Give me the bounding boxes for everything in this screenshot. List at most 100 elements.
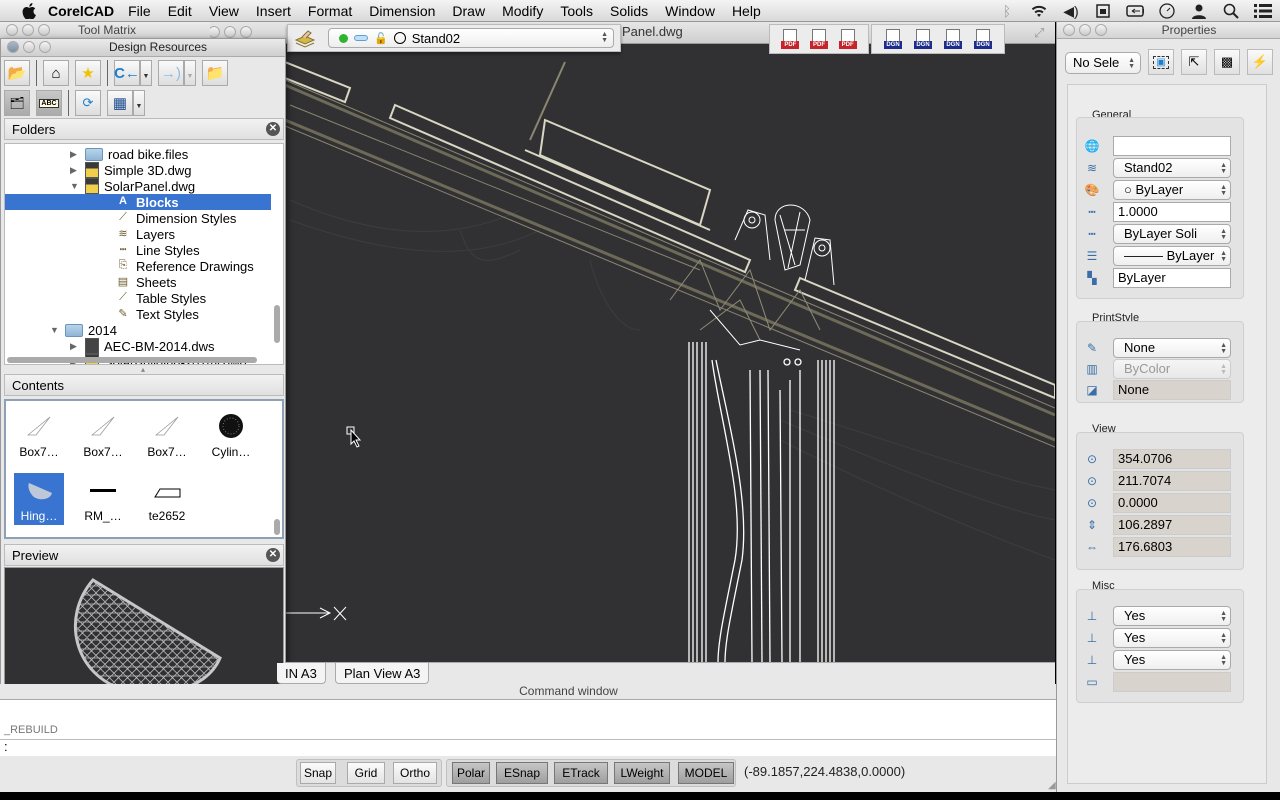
wifi-icon[interactable] — [1030, 3, 1048, 19]
bluetooth-icon[interactable]: ᛒ — [998, 3, 1016, 19]
disclosure-collapsed-icon[interactable]: ▶ — [70, 149, 80, 160]
export-dgn-button[interactable]: DGN — [883, 29, 903, 49]
tree-view-button[interactable]: 🗂 — [4, 90, 30, 116]
tree-item[interactable]: ┅ Line Styles — [5, 242, 271, 258]
quick-select-button[interactable]: ▣ — [1148, 49, 1174, 75]
tree-item[interactable]: ▼ SolarPanel.dwg — [5, 178, 271, 194]
close-preview-icon[interactable]: ✕ — [266, 548, 280, 562]
views-dropdown[interactable]: ▼ — [133, 90, 145, 116]
battery-icon[interactable] — [1126, 3, 1144, 19]
drawing-canvas[interactable] — [285, 44, 1055, 662]
attach-pdf-button[interactable]: PDF — [838, 29, 858, 49]
content-item[interactable]: Box7… — [14, 409, 64, 461]
views-button[interactable]: ▦ — [107, 90, 133, 116]
menu-tools[interactable]: Tools — [560, 3, 593, 19]
pdf-layer-button[interactable]: PDF — [809, 29, 829, 49]
contents-scrollbar[interactable] — [274, 519, 280, 535]
refresh-button[interactable]: ⟳ — [75, 90, 101, 116]
toggle-model-button[interactable]: MODEL — [678, 762, 734, 784]
content-item[interactable]: Box7… — [142, 409, 192, 461]
select-objects-button[interactable]: ⇱ — [1181, 49, 1207, 75]
tree-item[interactable]: ▶ AEC-BM-2014.dws — [5, 338, 271, 354]
back-button[interactable]: C← — [114, 60, 140, 86]
tree-item[interactable]: ▶ road bike.files — [5, 146, 271, 162]
property-value[interactable]: ——— ByLayer — [1113, 246, 1231, 266]
spotlight-icon[interactable] — [1222, 3, 1240, 19]
selection-select[interactable]: No Sele ▲ ▼ — [1065, 52, 1141, 74]
property-value[interactable]: ByLayer Soli — [1113, 224, 1231, 244]
tree-item[interactable]: ▤ Sheets — [5, 274, 271, 290]
forward-dropdown[interactable]: ▼ — [184, 60, 196, 86]
menu-edit[interactable]: Edit — [168, 3, 192, 19]
property-value[interactable]: ○ ByLayer — [1113, 180, 1231, 200]
tree-vertical-scrollbar[interactable] — [274, 305, 280, 343]
layer-select[interactable]: 🔓 Stand02 ▲ ▼ — [328, 28, 614, 48]
menu-modify[interactable]: Modify — [502, 3, 543, 19]
tree-item[interactable]: ⟋ Dimension Styles — [5, 210, 271, 226]
back-dropdown[interactable]: ▼ — [140, 60, 152, 86]
command-input[interactable]: : — [0, 740, 1062, 756]
favorites-button[interactable]: ★ — [75, 60, 101, 86]
toggle-snap-button[interactable]: Snap — [300, 762, 336, 784]
dgn-layer-button[interactable]: DGN — [913, 29, 933, 49]
notification-list-icon[interactable] — [1254, 3, 1272, 19]
forward-button[interactable]: →) — [158, 60, 184, 86]
property-value[interactable]: Yes — [1113, 606, 1231, 626]
attach-dgn-button[interactable]: DGN — [943, 29, 963, 49]
content-item[interactable]: Hing… — [14, 473, 64, 525]
toggle-esnap-button[interactable]: ESnap — [496, 762, 548, 784]
tab-sheet-in-a3[interactable]: IN A3 — [277, 663, 326, 684]
tree-item[interactable]: A Blocks — [5, 194, 271, 210]
quick-properties-button[interactable]: ⚡ — [1247, 49, 1273, 75]
up-folder-button[interactable]: 📁 — [202, 60, 228, 86]
toggle-ortho-button[interactable]: Ortho — [393, 762, 437, 784]
disclosure-expanded-icon[interactable]: ▼ — [50, 325, 60, 335]
user-icon[interactable] — [1190, 3, 1208, 19]
tool-matrix-window-controls[interactable] — [6, 24, 50, 36]
menu-insert[interactable]: Insert — [256, 3, 291, 19]
menu-draw[interactable]: Draw — [452, 3, 485, 19]
property-value[interactable]: Yes — [1113, 650, 1231, 670]
property-value[interactable]: None — [1113, 338, 1231, 358]
menu-dimension[interactable]: Dimension — [369, 3, 435, 19]
resize-grip-icon[interactable]: ◢ — [1048, 780, 1056, 791]
toggle-etrack-button[interactable]: ETrack — [554, 762, 608, 784]
property-value[interactable]: Stand02 — [1113, 158, 1231, 178]
open-folder-button[interactable]: 📂 — [4, 60, 30, 86]
splitter-handle[interactable]: ▴ — [141, 365, 145, 374]
menu-format[interactable]: Format — [308, 3, 352, 19]
dgn-underlay-button[interactable]: DGN — [973, 29, 993, 49]
menu-solids[interactable]: Solids — [610, 3, 648, 19]
home-button[interactable]: ⌂ — [43, 60, 69, 86]
app-menu[interactable]: CorelCAD — [48, 3, 114, 19]
export-pdf-button[interactable]: PDF — [780, 29, 800, 49]
menu-view[interactable]: View — [209, 3, 239, 19]
menu-help[interactable]: Help — [732, 3, 761, 19]
property-value[interactable]: ByLayer — [1113, 268, 1231, 288]
content-item[interactable]: Box7… — [78, 409, 128, 461]
menu-window[interactable]: Window — [665, 3, 715, 19]
tree-horizontal-scrollbar[interactable] — [7, 357, 257, 363]
tab-plan-view-a3[interactable]: Plan View A3 — [335, 663, 430, 684]
toggle-polar-button[interactable]: Polar — [452, 762, 490, 784]
toggle-lweight-button[interactable]: LWeight — [614, 762, 670, 784]
disclosure-collapsed-icon[interactable]: ▶ — [70, 165, 80, 176]
close-folders-icon[interactable]: ✕ — [266, 122, 280, 136]
calendar-icon[interactable] — [1094, 3, 1112, 19]
toggle-grid-button[interactable]: Grid — [347, 762, 385, 784]
tree-item[interactable]: ▶ Simple 3D.dwg — [5, 162, 271, 178]
apple-menu-icon[interactable] — [20, 2, 38, 20]
tree-item[interactable]: ⎘ Reference Drawings — [5, 258, 271, 274]
property-value[interactable]: Yes — [1113, 628, 1231, 648]
property-value[interactable] — [1113, 136, 1231, 156]
clock-icon[interactable] — [1158, 3, 1176, 19]
preview-toggle-button[interactable]: ABC — [36, 90, 62, 116]
content-item[interactable]: Cylin… — [206, 409, 256, 461]
disclosure-expanded-icon[interactable]: ▼ — [70, 181, 80, 191]
disclosure-collapsed-icon[interactable]: ▶ — [70, 341, 80, 352]
tree-item[interactable]: ▼ 2014 — [5, 322, 271, 338]
menu-file[interactable]: File — [128, 3, 151, 19]
layer-manager-icon[interactable] — [294, 28, 316, 48]
tree-item[interactable]: ≋ Layers — [5, 226, 271, 242]
tree-item[interactable]: ✎ Text Styles — [5, 306, 271, 322]
